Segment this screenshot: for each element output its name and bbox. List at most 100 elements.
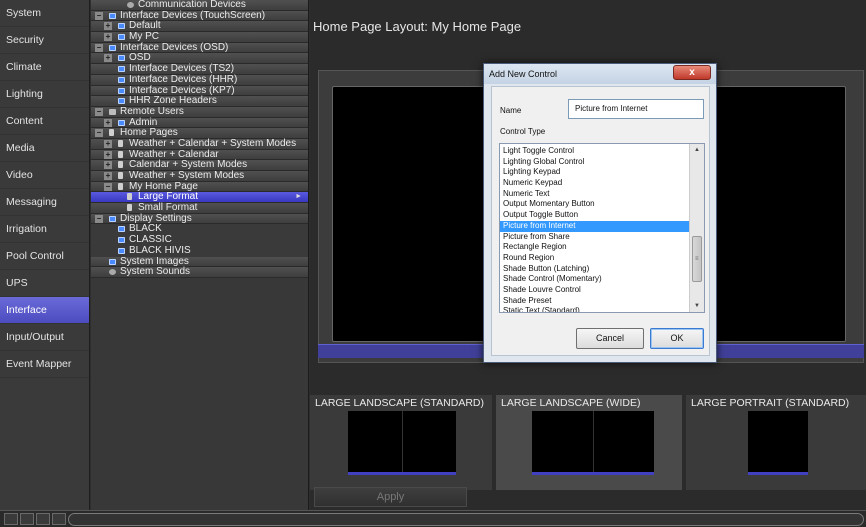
list-item[interactable]: Output Toggle Button bbox=[500, 210, 689, 221]
format-large-landscape-wide[interactable]: LARGE LANDSCAPE (WIDE) bbox=[496, 395, 682, 490]
list-item[interactable]: Picture from Internet bbox=[500, 220, 689, 232]
list-item[interactable]: Rectangle Region bbox=[500, 242, 689, 253]
sidebar-nav: System Security Climate Lighting Content Medi… bbox=[0, 0, 90, 510]
sidebar-item-video[interactable]: Video bbox=[0, 162, 89, 189]
sidebar-item-irrigation[interactable]: Irrigation bbox=[0, 216, 89, 243]
sidebar-item-messaging[interactable]: Messaging bbox=[0, 189, 89, 216]
list-item[interactable]: Lighting Global Control bbox=[500, 157, 689, 168]
format-large-portrait-standard[interactable]: LARGE PORTRAIT (STANDARD) bbox=[686, 395, 866, 490]
scroll-down-icon[interactable]: ▼ bbox=[690, 300, 704, 312]
list-item[interactable]: Round Region bbox=[500, 253, 689, 264]
tree-row[interactable]: Interface Devices (HHR) bbox=[91, 74, 308, 86]
list-item[interactable]: Output Momentary Button bbox=[500, 199, 689, 210]
collapse-icon[interactable]: − bbox=[95, 129, 103, 138]
command-field[interactable] bbox=[68, 513, 864, 526]
list-item[interactable]: Light Toggle Control bbox=[500, 146, 689, 157]
monitor-icon bbox=[118, 23, 125, 30]
sidebar-item-climate[interactable]: Climate bbox=[0, 54, 89, 81]
list-item[interactable]: Static Text (Standard) bbox=[500, 306, 689, 312]
expand-icon[interactable]: + bbox=[104, 161, 112, 170]
tree-row[interactable]: + Weather + System Modes bbox=[91, 170, 308, 182]
control-type-list[interactable]: Light Toggle Control Lighting Global Cont… bbox=[499, 143, 705, 313]
tree-row[interactable]: CLASSIC bbox=[91, 234, 308, 246]
sidebar-item-interface[interactable]: Interface bbox=[0, 297, 89, 324]
scroll-up-icon[interactable]: ▲ bbox=[690, 144, 704, 156]
monitor-icon bbox=[109, 12, 116, 19]
ok-button[interactable]: OK bbox=[650, 328, 704, 349]
list-item[interactable]: Lighting Keypad bbox=[500, 167, 689, 178]
tree-row[interactable]: − Display Settings bbox=[91, 213, 308, 225]
page-icon bbox=[118, 161, 123, 169]
apply-button[interactable]: Apply bbox=[314, 487, 467, 507]
expand-icon[interactable]: + bbox=[104, 172, 112, 180]
display-icon bbox=[118, 237, 125, 244]
list-item[interactable]: Shade Control (Momentary) bbox=[500, 274, 689, 285]
gear-icon bbox=[127, 2, 134, 8]
page-title: Home Page Layout: My Home Page bbox=[313, 19, 522, 34]
collapse-icon[interactable]: − bbox=[104, 182, 112, 191]
list-item[interactable]: Shade Button (Latching) bbox=[500, 264, 689, 275]
tree-row[interactable]: − Interface Devices (TouchScreen) bbox=[91, 10, 308, 22]
collapse-icon[interactable]: − bbox=[95, 43, 103, 52]
display-icon bbox=[118, 226, 125, 233]
page-icon bbox=[127, 204, 132, 212]
status-square-4[interactable] bbox=[52, 513, 66, 525]
format-label: LARGE LANDSCAPE (WIDE) bbox=[501, 397, 641, 409]
list-item[interactable]: Picture from Share bbox=[500, 232, 689, 243]
page-icon bbox=[109, 129, 114, 137]
list-item[interactable]: Numeric Keypad bbox=[500, 178, 689, 189]
tree-row[interactable]: − Interface Devices (OSD) bbox=[91, 42, 308, 54]
sidebar-item-input-output[interactable]: Input/Output bbox=[0, 324, 89, 351]
scrollbar-thumb[interactable]: ≡ bbox=[692, 236, 702, 282]
sidebar-item-security[interactable]: Security bbox=[0, 27, 89, 54]
status-bar bbox=[0, 510, 866, 527]
expand-icon[interactable]: + bbox=[104, 22, 112, 31]
config-tree: Communication Devices − Interface Devices … bbox=[91, 0, 309, 510]
submenu-arrow-icon[interactable]: ► bbox=[295, 192, 302, 203]
control-type-label: Control Type bbox=[500, 127, 546, 136]
tree-row-label: BLACK HIVIS bbox=[129, 244, 191, 256]
collapse-icon[interactable]: − bbox=[95, 214, 103, 223]
expand-icon[interactable]: + bbox=[104, 150, 112, 159]
list-item[interactable]: Shade Louvre Control bbox=[500, 285, 689, 296]
tree-row[interactable]: Large Format ► bbox=[91, 192, 308, 204]
expand-icon[interactable]: + bbox=[104, 33, 112, 42]
sidebar-item-lighting[interactable]: Lighting bbox=[0, 81, 89, 108]
list-scrollbar[interactable]: ▲ ≡ ▼ bbox=[689, 144, 704, 312]
display-icon bbox=[118, 247, 125, 254]
tree-row[interactable]: + Default bbox=[91, 21, 308, 33]
list-item[interactable]: Shade Preset bbox=[500, 296, 689, 307]
page-icon bbox=[118, 139, 123, 147]
sidebar-item-event-mapper[interactable]: Event Mapper bbox=[0, 351, 89, 378]
sidebar-item-pool-control[interactable]: Pool Control bbox=[0, 243, 89, 270]
monitor-icon bbox=[118, 55, 125, 62]
tree-row[interactable]: BLACK bbox=[91, 224, 308, 236]
sidebar-item-ups[interactable]: UPS bbox=[0, 270, 89, 297]
sound-icon bbox=[109, 269, 116, 276]
collapse-icon[interactable]: − bbox=[95, 11, 103, 20]
close-icon: x bbox=[689, 67, 695, 78]
tree-row-label: System Sounds bbox=[120, 266, 191, 278]
sidebar-item-system[interactable]: System bbox=[0, 0, 89, 27]
cancel-button[interactable]: Cancel bbox=[576, 328, 644, 349]
tree-row[interactable]: − My Home Page bbox=[91, 181, 308, 193]
page-icon bbox=[118, 150, 123, 158]
tree-row[interactable]: − Remote Users bbox=[91, 106, 308, 118]
status-square-3[interactable] bbox=[36, 513, 50, 525]
expand-icon[interactable]: + bbox=[104, 54, 112, 63]
name-input[interactable]: Picture from Internet bbox=[568, 99, 704, 119]
collapse-icon[interactable]: − bbox=[95, 107, 103, 116]
expand-icon[interactable]: + bbox=[104, 118, 112, 127]
list-item[interactable]: Numeric Text bbox=[500, 189, 689, 200]
format-large-landscape-standard[interactable]: LARGE LANDSCAPE (STANDARD) bbox=[310, 395, 492, 490]
tree-row[interactable]: System Sounds bbox=[91, 266, 308, 278]
status-square-2[interactable] bbox=[20, 513, 34, 525]
dialog-titlebar[interactable]: Add New Control x bbox=[484, 64, 716, 84]
sidebar-item-media[interactable]: Media bbox=[0, 135, 89, 162]
close-button[interactable]: x bbox=[673, 65, 711, 80]
sidebar-item-content[interactable]: Content bbox=[0, 108, 89, 135]
expand-icon[interactable]: + bbox=[104, 139, 112, 148]
tree-row[interactable]: BLACK HIVIS bbox=[91, 244, 308, 257]
status-square-1[interactable] bbox=[4, 513, 18, 525]
dialog-body: Name Picture from Internet Control Type … bbox=[491, 86, 710, 356]
